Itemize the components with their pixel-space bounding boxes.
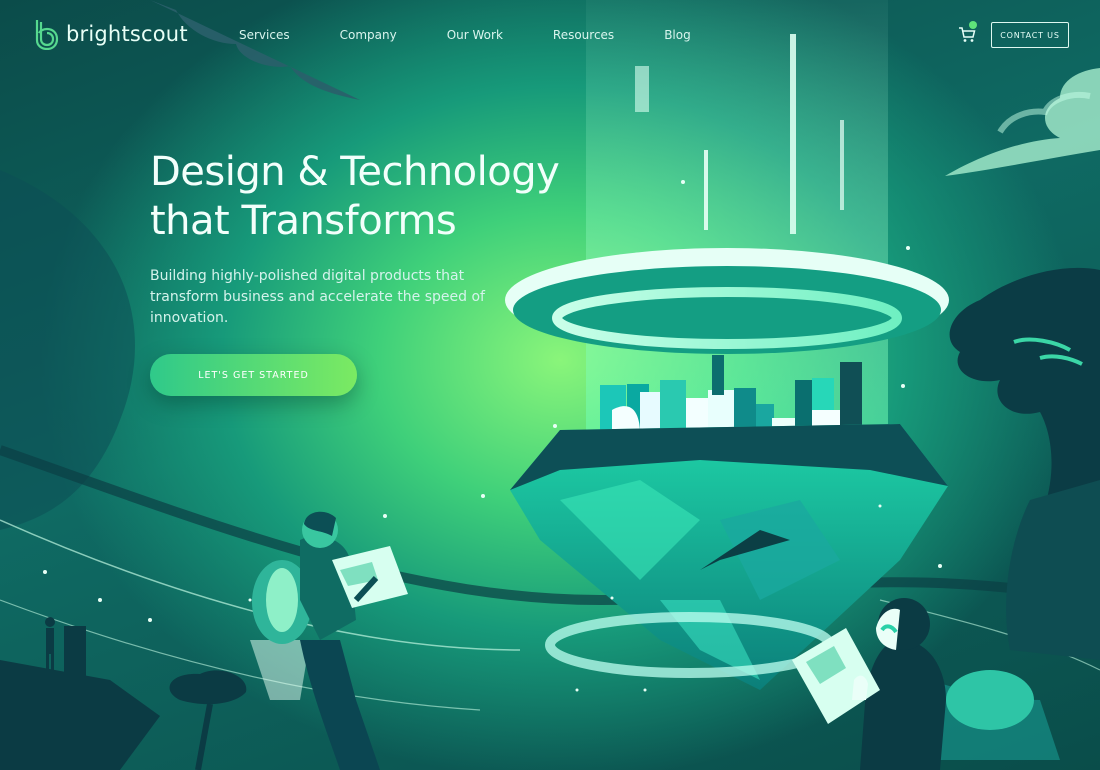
contact-us-button[interactable]: CONTACT US	[991, 22, 1069, 48]
brand-logo[interactable]: brightscout	[32, 18, 188, 50]
hero-subtitle: Building highly-polished digital product…	[150, 268, 485, 326]
cart-badge	[969, 21, 977, 29]
nav-item-resources[interactable]: Resources	[553, 28, 614, 42]
cloud-left	[150, 0, 360, 100]
main-nav: Services Company Our Work Resources Blog	[239, 28, 691, 42]
cloud-right	[945, 68, 1100, 176]
hero-section: brightscout Services Company Our Work Re…	[0, 0, 1100, 770]
nav-item-our-work[interactable]: Our Work	[447, 28, 503, 42]
nav-item-blog[interactable]: Blog	[664, 28, 691, 42]
brand-name: brightscout	[66, 22, 188, 46]
jetpack-person-left	[250, 511, 408, 770]
brightscout-logo-icon	[35, 20, 59, 50]
nav-item-company[interactable]: Company	[340, 28, 397, 42]
hero-title: Design & Technology that Transforms	[150, 149, 560, 244]
get-started-button[interactable]: LET'S GET STARTED	[150, 354, 357, 396]
nav-item-services[interactable]: Services	[239, 28, 290, 42]
